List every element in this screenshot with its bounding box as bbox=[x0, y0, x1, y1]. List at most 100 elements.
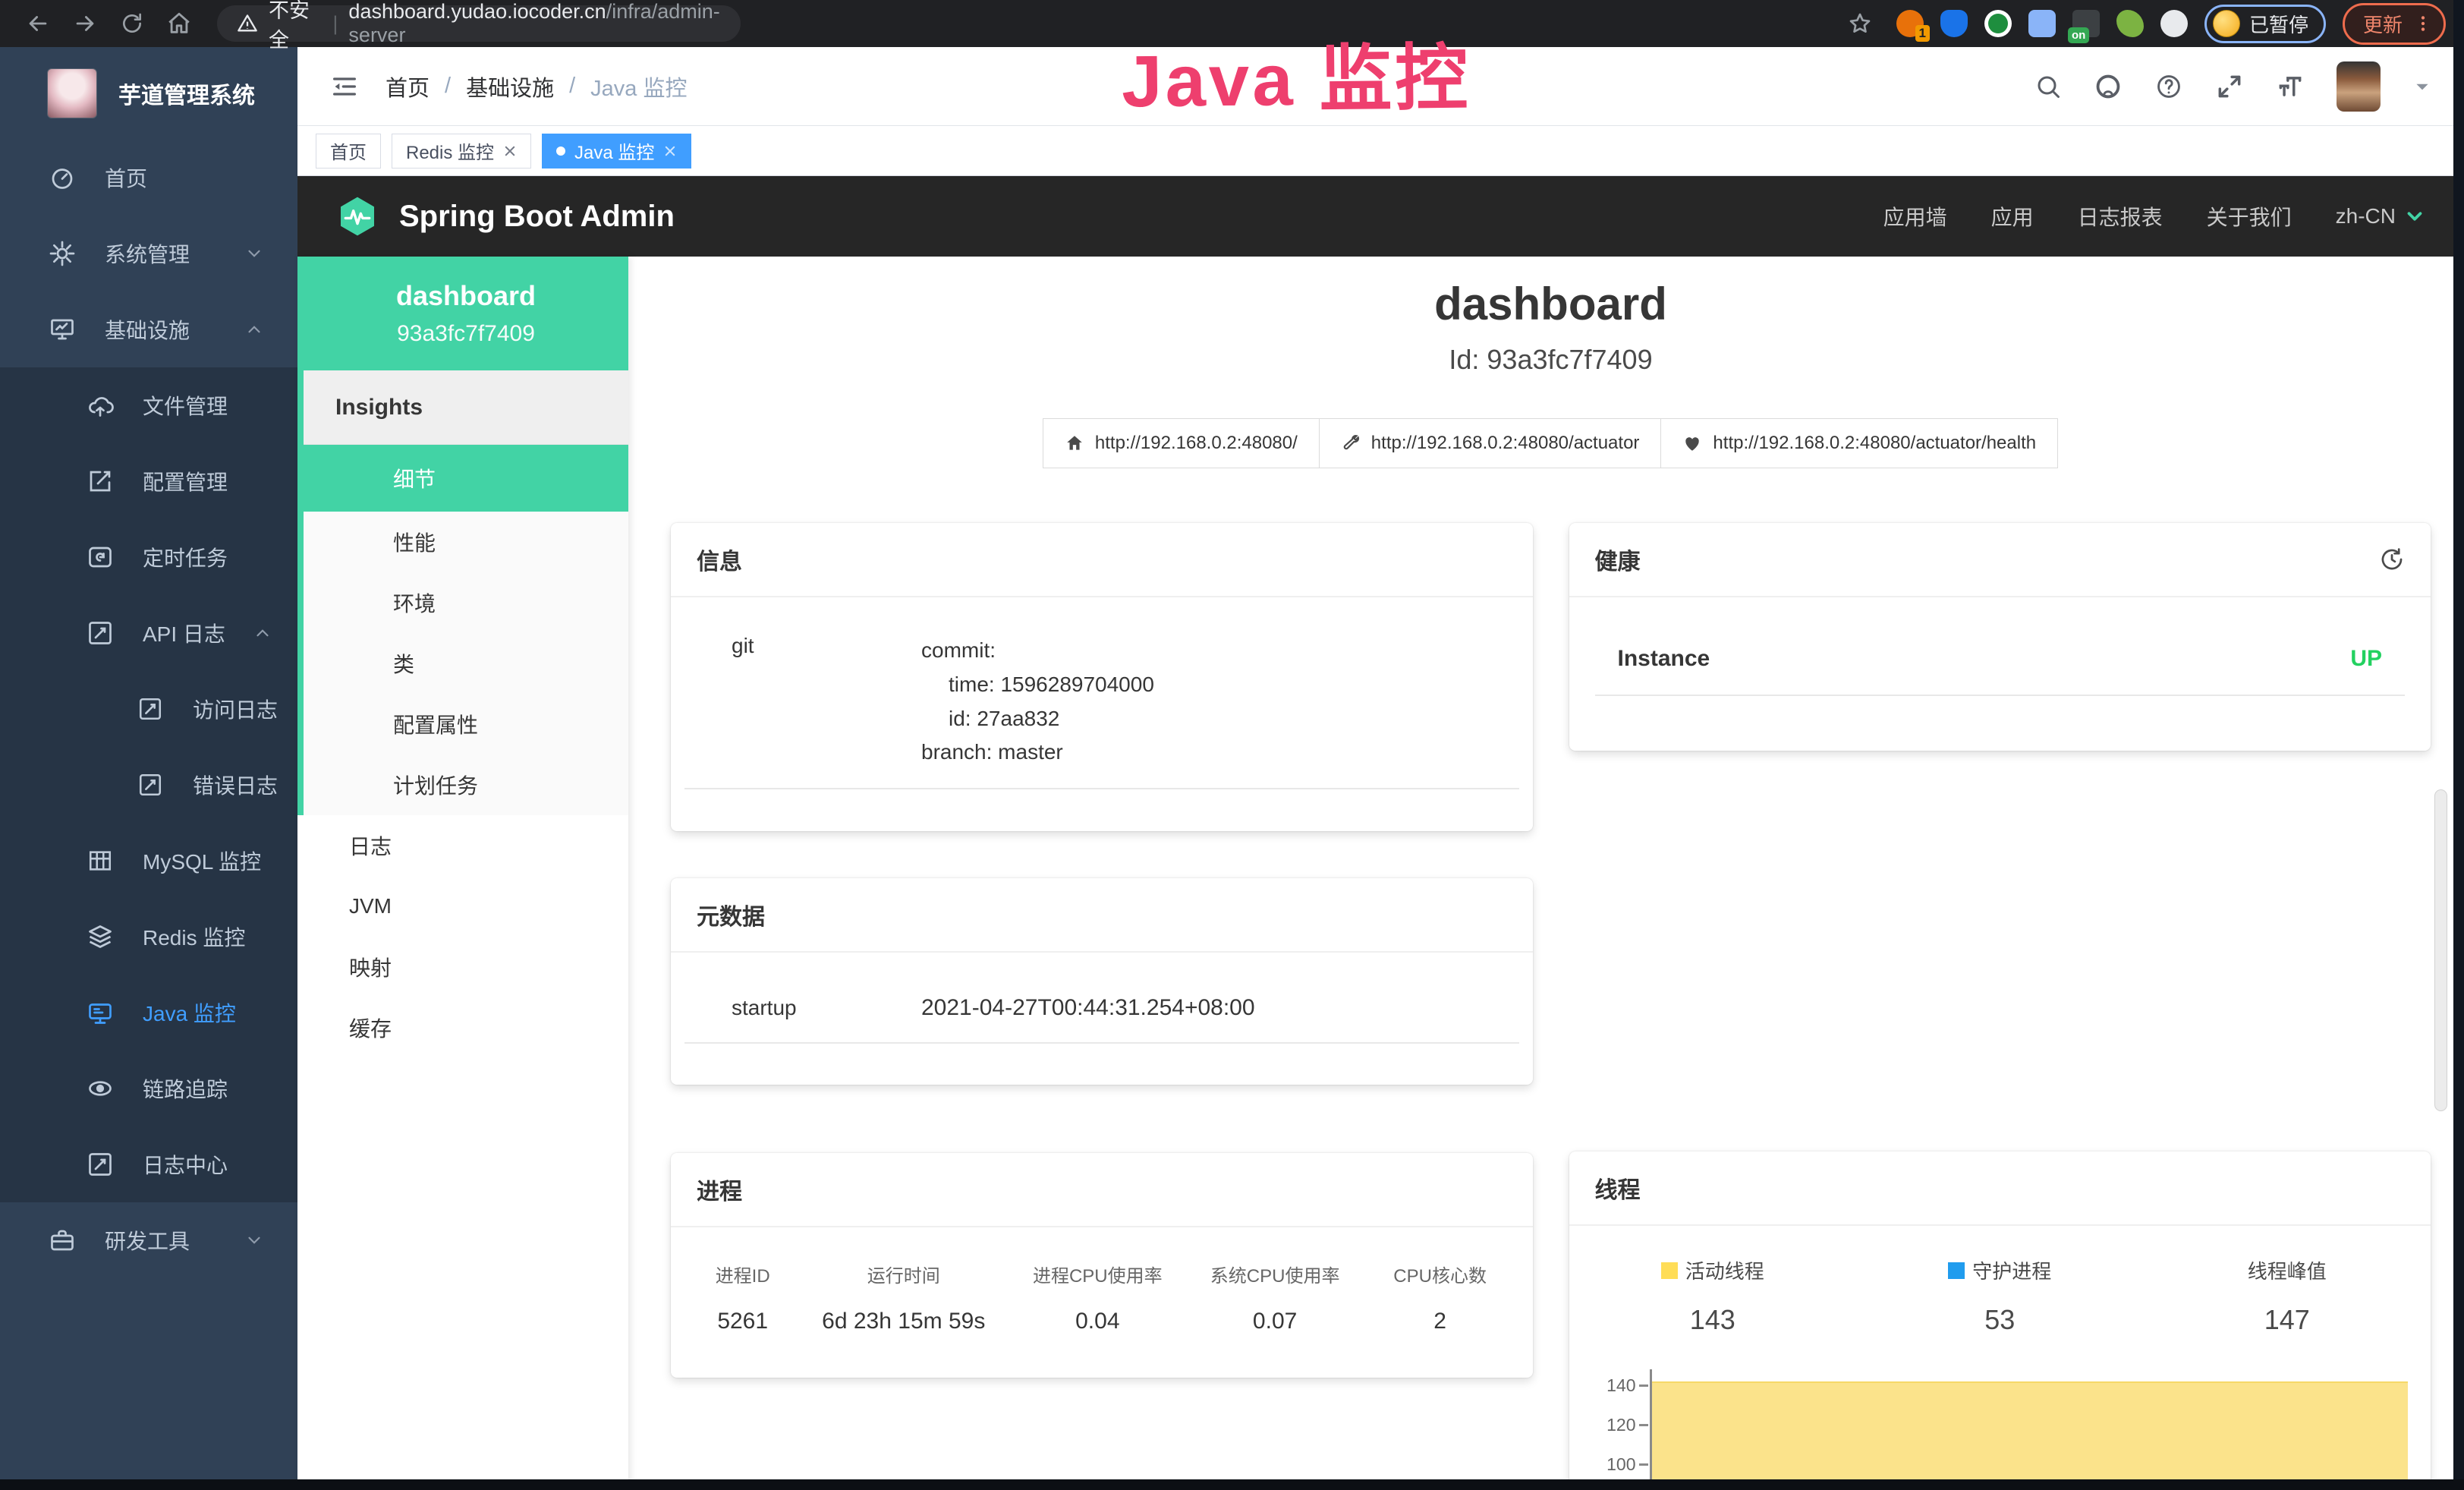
font-size-icon[interactable] bbox=[2276, 72, 2305, 101]
process-col-uptime: 运行时间 6d 23h 15m 59s bbox=[796, 1261, 1011, 1334]
tags-bar: 首页 Redis 监控 Java 监控 bbox=[297, 126, 2464, 176]
sidebar-item-home[interactable]: 首页 bbox=[0, 140, 297, 216]
sidebar-item-tracing[interactable]: 链路追踪 bbox=[0, 1051, 297, 1126]
sidebar-item-system-mgmt[interactable]: 系统管理 bbox=[0, 216, 297, 291]
home-icon[interactable] bbox=[159, 4, 199, 43]
bookmark-star-icon[interactable] bbox=[1840, 4, 1880, 43]
tab-java-monitor[interactable]: Java 监控 bbox=[542, 134, 691, 169]
window-bottom-edge bbox=[0, 1479, 2464, 1490]
sba-content: dashboard Id: 93a3fc7f7409 http://192.16… bbox=[628, 257, 2464, 1490]
page-scrollbar-thumb[interactable] bbox=[2434, 789, 2447, 1111]
close-icon[interactable] bbox=[503, 144, 517, 158]
extension-puzzle-icon[interactable] bbox=[2160, 10, 2188, 37]
table-icon bbox=[85, 848, 115, 874]
sidebar-item-mysql-monitor[interactable]: MySQL 监控 bbox=[0, 823, 297, 899]
fullscreen-icon[interactable] bbox=[2215, 72, 2244, 101]
sba-item-jvm[interactable]: JVM bbox=[297, 876, 628, 937]
sba-language-select[interactable]: zh-CN bbox=[2336, 204, 2426, 228]
threads-chart-live-area bbox=[1652, 1381, 2409, 1490]
process-col-cpus: CPU核心数 2 bbox=[1366, 1261, 1515, 1334]
sidebar-item-config-mgmt[interactable]: 配置管理 bbox=[0, 443, 297, 519]
sba-item-metrics[interactable]: 性能 bbox=[304, 512, 628, 572]
card-metadata-title: 元数据 bbox=[697, 898, 765, 931]
card-info-title: 信息 bbox=[697, 543, 742, 576]
sba-item-config-props[interactable]: 配置属性 bbox=[304, 694, 628, 754]
caret-down-icon[interactable] bbox=[2412, 77, 2432, 96]
extension-on-badge: on bbox=[2068, 27, 2089, 43]
reload-icon[interactable] bbox=[112, 4, 152, 43]
back-icon[interactable] bbox=[18, 4, 58, 43]
close-icon[interactable] bbox=[663, 144, 677, 158]
profile-status-label: 已暂停 bbox=[2249, 10, 2308, 38]
extension-icon-4[interactable] bbox=[2028, 10, 2056, 37]
app-title: 芋道管理系统 bbox=[118, 77, 255, 110]
sba-instance-header[interactable]: dashboard 93a3fc7f7409 bbox=[304, 257, 628, 370]
health-instance-label: Instance bbox=[1618, 646, 1710, 672]
sba-item-classes[interactable]: 类 bbox=[304, 633, 628, 694]
breadcrumb-infrastructure[interactable]: 基础设施 bbox=[466, 71, 554, 102]
sba-item-logs[interactable]: 日志 bbox=[297, 815, 628, 876]
kebab-menu-icon[interactable] bbox=[2413, 14, 2433, 33]
instance-name: dashboard bbox=[396, 280, 536, 312]
actuator-url-button[interactable]: http://192.168.0.2:48080/actuator bbox=[1319, 418, 1662, 468]
sba-item-caches[interactable]: 缓存 bbox=[297, 997, 628, 1058]
sidebar-item-dev-tools[interactable]: 研发工具 bbox=[0, 1202, 297, 1278]
eye-icon bbox=[85, 1075, 115, 1102]
extension-icon-1[interactable]: 1 bbox=[1896, 10, 1924, 37]
update-browser-button[interactable]: 更新 bbox=[2343, 3, 2446, 45]
app-logo-row: 芋道管理系统 bbox=[0, 47, 297, 140]
monitor-icon bbox=[85, 999, 115, 1026]
sidebar-item-error-logs[interactable]: 错误日志 bbox=[0, 747, 297, 823]
sba-nav-applications[interactable]: 应用 bbox=[1991, 201, 2034, 232]
profile-chip[interactable]: 已暂停 bbox=[2204, 5, 2326, 43]
sidebar-item-access-logs[interactable]: 访问日志 bbox=[0, 671, 297, 747]
metadata-startup-row: startup 2021-04-27T00:44:31.254+08:00 bbox=[684, 953, 1519, 1044]
health-url-button[interactable]: http://192.168.0.2:48080/actuator/health bbox=[1660, 418, 2058, 468]
card-process: 进程 进程ID 5261 运行时间 6d 23h 15m 5 bbox=[671, 1153, 1533, 1378]
threads-chart-yaxis: 140 120 100 bbox=[1589, 1369, 1650, 1490]
fold-sidebar-icon[interactable] bbox=[329, 71, 360, 102]
sba-navbar: Spring Boot Admin 应用墙 应用 日志报表 关于我们 zh-CN bbox=[297, 176, 2464, 257]
infrastructure-submenu: 文件管理 配置管理 定时任务 API 日志 bbox=[0, 367, 297, 1202]
user-avatar[interactable] bbox=[2337, 61, 2381, 112]
page-title: dashboard bbox=[671, 278, 2431, 330]
sba-nav: 应用墙 应用 日志报表 关于我们 zh-CN bbox=[1883, 201, 2426, 232]
sba-section-insights: Insights bbox=[304, 370, 628, 445]
forward-icon[interactable] bbox=[65, 4, 105, 43]
sidebar-item-api-logs[interactable]: API 日志 bbox=[0, 595, 297, 671]
extension-icon-5[interactable]: on bbox=[2072, 10, 2100, 37]
tab-redis-monitor[interactable]: Redis 监控 bbox=[392, 134, 531, 169]
extension-icon-3[interactable] bbox=[1984, 10, 2012, 37]
legend-swatch-blue bbox=[1948, 1262, 1965, 1279]
sidebar-item-scheduled-jobs[interactable]: 定时任务 bbox=[0, 519, 297, 595]
card-health: 健康 Instance UP bbox=[1569, 523, 2431, 751]
sidebar-item-redis-monitor[interactable]: Redis 监控 bbox=[0, 899, 297, 975]
sba-nav-wallboard[interactable]: 应用墙 bbox=[1883, 201, 1947, 232]
sba-brand[interactable]: Spring Boot Admin bbox=[335, 194, 675, 238]
history-icon[interactable] bbox=[2379, 547, 2405, 572]
info-key: git bbox=[732, 634, 921, 770]
breadcrumb-home[interactable]: 首页 bbox=[385, 71, 430, 102]
sidebar-item-log-center[interactable]: 日志中心 bbox=[0, 1126, 297, 1202]
github-icon[interactable] bbox=[2094, 72, 2123, 101]
sba-nav-about[interactable]: 关于我们 bbox=[2207, 201, 2292, 232]
security-label[interactable]: 不安全 bbox=[269, 0, 322, 53]
sba-item-scheduled-tasks[interactable]: 计划任务 bbox=[304, 754, 628, 815]
sidebar-item-file-mgmt[interactable]: 文件管理 bbox=[0, 367, 297, 443]
service-url-button[interactable]: http://192.168.0.2:48080/ bbox=[1043, 418, 1320, 468]
sidebar-item-infrastructure[interactable]: 基础设施 bbox=[0, 291, 297, 367]
sba-item-details[interactable]: 细节 bbox=[304, 445, 628, 512]
help-icon[interactable] bbox=[2154, 72, 2183, 101]
cards-left-column: 信息 git commit: time: 1596289704000 id: 2… bbox=[671, 523, 1533, 1378]
tab-home[interactable]: 首页 bbox=[316, 134, 381, 169]
extension-icon-2[interactable] bbox=[1940, 10, 1968, 37]
url-text[interactable]: dashboard.yudao.iocoder.cn/infra/admin-s… bbox=[348, 0, 721, 47]
sba-item-mappings[interactable]: 映射 bbox=[297, 937, 628, 997]
extension-icon-6[interactable] bbox=[2116, 10, 2144, 37]
url-host: dashboard.yudao.iocoder.cn bbox=[348, 0, 606, 23]
sba-item-environment[interactable]: 环境 bbox=[304, 572, 628, 633]
sidebar-item-java-monitor[interactable]: Java 监控 bbox=[0, 975, 297, 1051]
search-icon[interactable] bbox=[2034, 73, 2062, 100]
address-bar[interactable]: 不安全 | dashboard.yudao.iocoder.cn/infra/a… bbox=[217, 5, 741, 42]
sba-nav-journal[interactable]: 日志报表 bbox=[2078, 201, 2163, 232]
